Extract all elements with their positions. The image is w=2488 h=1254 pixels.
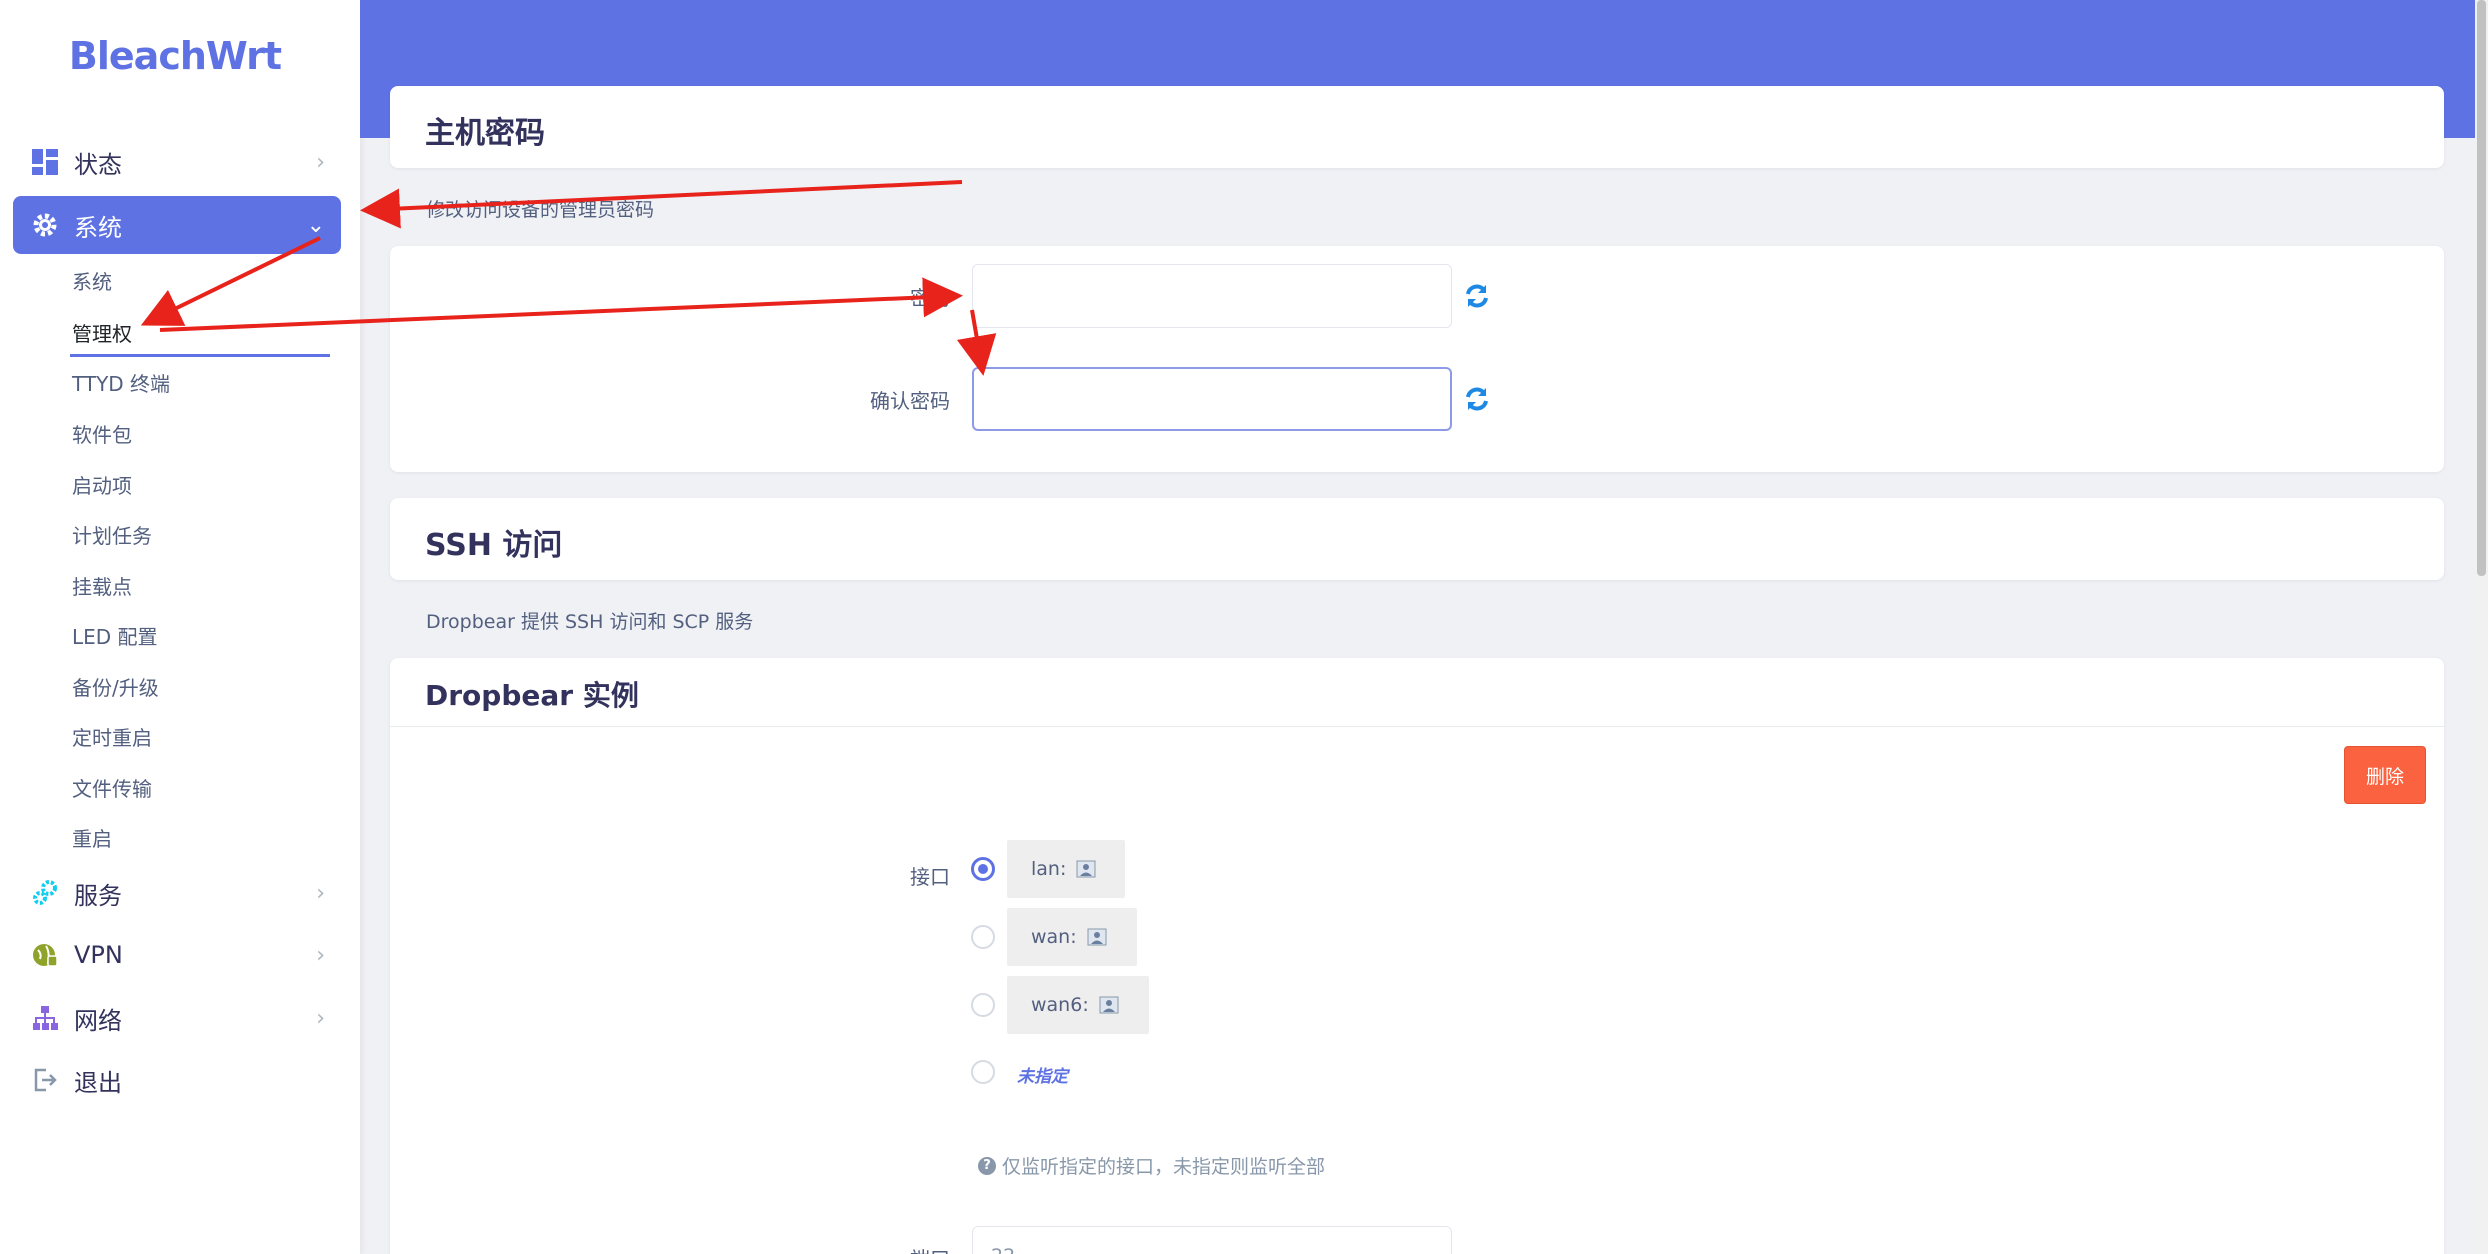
cogs-icon bbox=[30, 878, 60, 908]
section-title: SSH 访问 bbox=[425, 528, 563, 563]
password-input[interactable] bbox=[972, 264, 1452, 328]
interface-name: wan6: bbox=[1031, 994, 1089, 1016]
dropbear-instance-card: Dropbear 实例 bbox=[390, 658, 2444, 1254]
interface-wan[interactable]: wan: bbox=[1007, 908, 1137, 966]
confirm-password-input[interactable] bbox=[972, 367, 1452, 431]
chevron-right-icon: › bbox=[316, 1005, 325, 1031]
brand-logo[interactable]: BleachWrt bbox=[0, 34, 350, 78]
nav-item-logout[interactable]: 退出 bbox=[13, 1051, 341, 1109]
radio-lan[interactable] bbox=[971, 857, 995, 881]
active-underline bbox=[70, 354, 330, 357]
nav-label: VPN bbox=[74, 941, 123, 969]
port-input[interactable]: 22 bbox=[972, 1226, 1452, 1254]
interface-name: wan: bbox=[1031, 926, 1077, 948]
confirm-password-reveal-icon[interactable] bbox=[1462, 384, 1492, 414]
interface-label: 接口 bbox=[910, 865, 950, 889]
port-label: 端口 bbox=[750, 1243, 950, 1254]
ssh-title-card: SSH 访问 bbox=[390, 498, 2444, 580]
sign-out-icon bbox=[30, 1065, 60, 1095]
chevron-right-icon: › bbox=[316, 880, 325, 906]
sub-item-led-config[interactable]: LED 配置 bbox=[72, 621, 158, 650]
page-title: 主机密码 bbox=[425, 116, 545, 151]
interface-hint: ? 仅监听指定的接口，未指定则监听全部 bbox=[978, 1152, 1325, 1179]
ethernet-port-icon bbox=[1099, 995, 1119, 1015]
sub-item-ttyd[interactable]: TTYD 终端 bbox=[72, 368, 170, 397]
sub-item-packages[interactable]: 软件包 bbox=[72, 419, 132, 448]
sub-item-backup-upgrade[interactable]: 备份/升级 bbox=[72, 672, 159, 701]
dashboard-icon bbox=[30, 147, 60, 177]
interface-name: lan: bbox=[1031, 858, 1067, 880]
host-password-description: 修改访问设备的管理员密码 bbox=[426, 199, 655, 221]
sub-item-scheduled-tasks[interactable]: 计划任务 bbox=[72, 520, 152, 549]
delete-button[interactable]: 删除 bbox=[2344, 746, 2426, 804]
sidebar: BleachWrt 状态 › 系统 ⌄ 系统 管理权 TTYD 终端 软件包 启… bbox=[0, 0, 360, 1254]
nav-label: 系统 bbox=[74, 213, 122, 242]
chevron-down-icon: ⌄ bbox=[306, 212, 325, 238]
ssh-description: Dropbear 提供 SSH 访问和 SCP 服务 bbox=[426, 611, 754, 633]
sub-item-system[interactable]: 系统 bbox=[72, 266, 112, 295]
nav-label: 状态 bbox=[74, 150, 122, 179]
nav-item-vpn[interactable]: VPN › bbox=[13, 926, 341, 984]
password-reveal-icon[interactable] bbox=[1462, 281, 1492, 311]
confirm-password-label: 确认密码 bbox=[870, 389, 950, 413]
section-title: Dropbear 实例 bbox=[425, 679, 639, 712]
chevron-right-icon: › bbox=[316, 149, 325, 175]
nav-item-system[interactable]: 系统 ⌄ bbox=[13, 196, 341, 254]
nav-label: 退出 bbox=[74, 1068, 122, 1097]
interface-lan[interactable]: lan: bbox=[1007, 840, 1125, 898]
radio-unspecified[interactable] bbox=[971, 1060, 995, 1084]
nav-label: 网络 bbox=[74, 1006, 122, 1035]
sitemap-icon bbox=[30, 1003, 60, 1033]
nav-item-services[interactable]: 服务 › bbox=[13, 864, 341, 922]
scrollbar-thumb[interactable] bbox=[2477, 0, 2486, 576]
radio-wan[interactable] bbox=[971, 925, 995, 949]
globe-shield-icon bbox=[30, 940, 60, 970]
sub-item-administration[interactable]: 管理权 bbox=[72, 318, 132, 347]
ethernet-port-icon bbox=[1087, 927, 1107, 947]
sub-item-reboot[interactable]: 重启 bbox=[72, 823, 112, 852]
chevron-right-icon: › bbox=[316, 942, 325, 968]
sub-item-scheduled-reboot[interactable]: 定时重启 bbox=[72, 722, 152, 751]
password-label: 密码 bbox=[910, 286, 950, 310]
interface-wan6[interactable]: wan6: bbox=[1007, 976, 1149, 1034]
ethernet-port-icon bbox=[1076, 859, 1096, 879]
sub-item-mount-points[interactable]: 挂载点 bbox=[72, 571, 132, 600]
nav-item-network[interactable]: 网络 › bbox=[13, 989, 341, 1047]
nav-item-status[interactable]: 状态 › bbox=[13, 133, 341, 191]
divider bbox=[390, 726, 2444, 727]
sub-item-startup[interactable]: 启动项 bbox=[72, 470, 132, 499]
gear-icon bbox=[30, 210, 60, 240]
radio-wan6[interactable] bbox=[971, 993, 995, 1017]
sub-item-file-transfer[interactable]: 文件传输 bbox=[72, 773, 152, 802]
hint-text: 仅监听指定的接口，未指定则监听全部 bbox=[1002, 1156, 1326, 1178]
nav-label: 服务 bbox=[74, 881, 122, 910]
host-password-title-card: 主机密码 bbox=[390, 86, 2444, 168]
unspecified-label[interactable]: 未指定 bbox=[1017, 1062, 1068, 1087]
question-circle-icon: ? bbox=[978, 1156, 996, 1175]
